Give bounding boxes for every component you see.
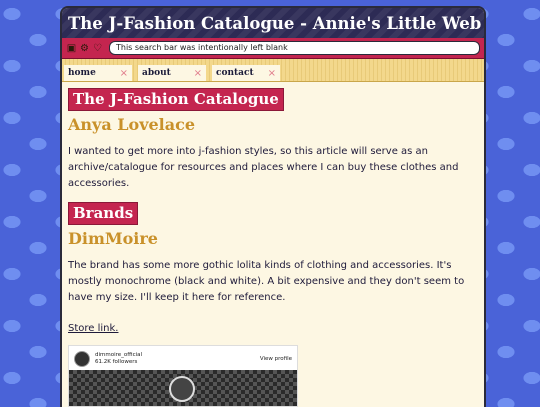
author-name: Anya Lovelace [68, 115, 196, 134]
section-heading-brands: Brands [68, 202, 139, 225]
page-title: The J-Fashion Catalogue [68, 88, 284, 111]
cog-icon[interactable]: ⚙ [79, 43, 90, 54]
avatar[interactable] [74, 351, 90, 367]
tab-label: about [142, 68, 171, 78]
browser-window: The J-Fashion Catalogue - Annie's Little… [60, 6, 486, 407]
page-content: The J-Fashion Catalogue Anya Lovelace I … [62, 82, 484, 407]
embed-user-info: dimmoire_official 61.2K followers [95, 352, 142, 366]
intro-paragraph: I wanted to get more into j-fashion styl… [68, 146, 459, 189]
tab-home[interactable]: home × [64, 65, 132, 81]
tab-strip: home × about × contact × [62, 59, 484, 82]
tab-label: home [68, 68, 96, 78]
view-profile-button[interactable]: View profile [260, 356, 292, 362]
window-icon[interactable]: ▣ [66, 43, 77, 54]
title-bar[interactable]: The J-Fashion Catalogue - Annie's Little… [62, 8, 484, 38]
search-input[interactable]: This search bar was intentionally left b… [109, 41, 480, 55]
close-icon[interactable]: × [120, 68, 128, 79]
embed-header: dimmoire_official 61.2K followers View p… [69, 346, 297, 372]
toolbar-icons: ▣ ⚙ ♡ [66, 43, 103, 54]
embed-followers: 61.2K followers [95, 359, 138, 365]
tab-about[interactable]: about × [138, 65, 206, 81]
embed-image[interactable] [69, 370, 297, 406]
window-title: The J-Fashion Catalogue - Annie's Little… [68, 13, 482, 33]
ornament-image [169, 376, 195, 402]
brand-name: DimMoire [68, 229, 158, 248]
close-icon[interactable]: × [194, 68, 202, 79]
tab-label: contact [216, 68, 254, 78]
tab-contact[interactable]: contact × [212, 65, 280, 81]
toolbar: ▣ ⚙ ♡ This search bar was intentionally … [62, 38, 484, 59]
instagram-embed[interactable]: dimmoire_official 61.2K followers View p… [68, 345, 298, 407]
close-icon[interactable]: × [268, 68, 276, 79]
embed-username[interactable]: dimmoire_official [95, 352, 142, 359]
heart-icon[interactable]: ♡ [92, 43, 103, 54]
brand-description: The brand has some more gothic lolita ki… [68, 260, 465, 303]
store-link[interactable]: Store link. [68, 323, 118, 334]
